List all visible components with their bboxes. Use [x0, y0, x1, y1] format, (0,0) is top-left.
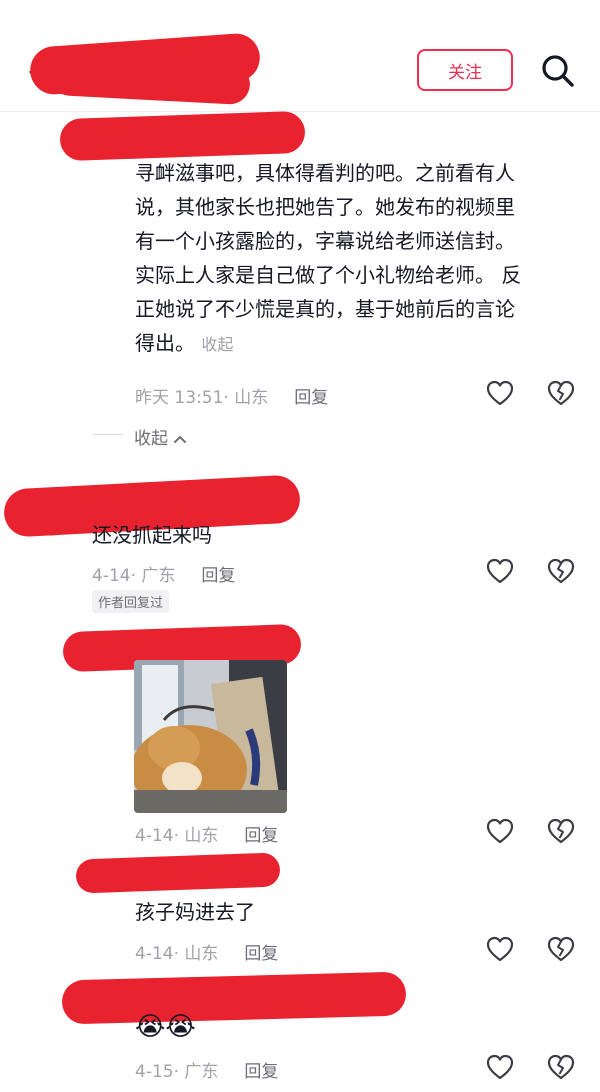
fold-divider	[93, 434, 123, 435]
author-replied-badge: 作者回复过	[92, 590, 170, 613]
comment-text-4: 孩子妈进去了	[135, 900, 255, 924]
broken-heart-icon[interactable]	[547, 558, 575, 584]
reply-button[interactable]: 回复	[201, 561, 235, 586]
reply-button[interactable]: 回复	[244, 1057, 278, 1082]
chevron-up-icon	[174, 435, 187, 443]
like-icon[interactable]	[486, 558, 514, 584]
header-divider	[0, 111, 600, 112]
broken-heart-icon[interactable]	[547, 818, 575, 844]
like-icon[interactable]	[486, 936, 514, 962]
comment-text-5: 😭😭	[135, 1012, 196, 1042]
like-icon[interactable]	[486, 1054, 514, 1080]
reply-button[interactable]: 回复	[244, 939, 278, 964]
comment-text-1: 寻衅滋事吧，具体得看判的吧。之前看有人 说，其他家长也把她告了。她发布的视频里 …	[135, 161, 522, 355]
reply-button[interactable]: 回复	[244, 821, 278, 846]
comment-meta-3: 4-14· 山东 回复	[135, 821, 278, 846]
comment-meta-1: 昨天 13:51· 山东 回复	[135, 383, 328, 408]
broken-heart-icon[interactable]	[547, 380, 575, 406]
comment-text-2: 还没抓起来吗	[92, 523, 212, 547]
redacted-commenter-5	[61, 971, 407, 1025]
like-icon[interactable]	[486, 818, 514, 844]
collapse-link[interactable]: 收起	[201, 335, 233, 354]
broken-heart-icon[interactable]	[547, 1054, 575, 1080]
comment-meta-5: 4-15· 广东 回复	[135, 1057, 278, 1082]
follow-button[interactable]: 关注	[417, 49, 513, 91]
reply-button[interactable]: 回复	[294, 383, 328, 408]
redacted-commenter-4	[75, 852, 281, 894]
comment-meta-4: 4-14· 山东 回复	[135, 939, 278, 964]
like-icon[interactable]	[486, 380, 514, 406]
comment-image-dog[interactable]	[134, 660, 287, 813]
comment-meta-2: 4-14· 广东 回复	[92, 561, 235, 586]
broken-heart-icon[interactable]	[547, 936, 575, 962]
redacted-commenter-1	[59, 110, 306, 162]
fold-replies-button[interactable]: 收起	[134, 424, 187, 449]
search-icon[interactable]	[541, 54, 575, 88]
